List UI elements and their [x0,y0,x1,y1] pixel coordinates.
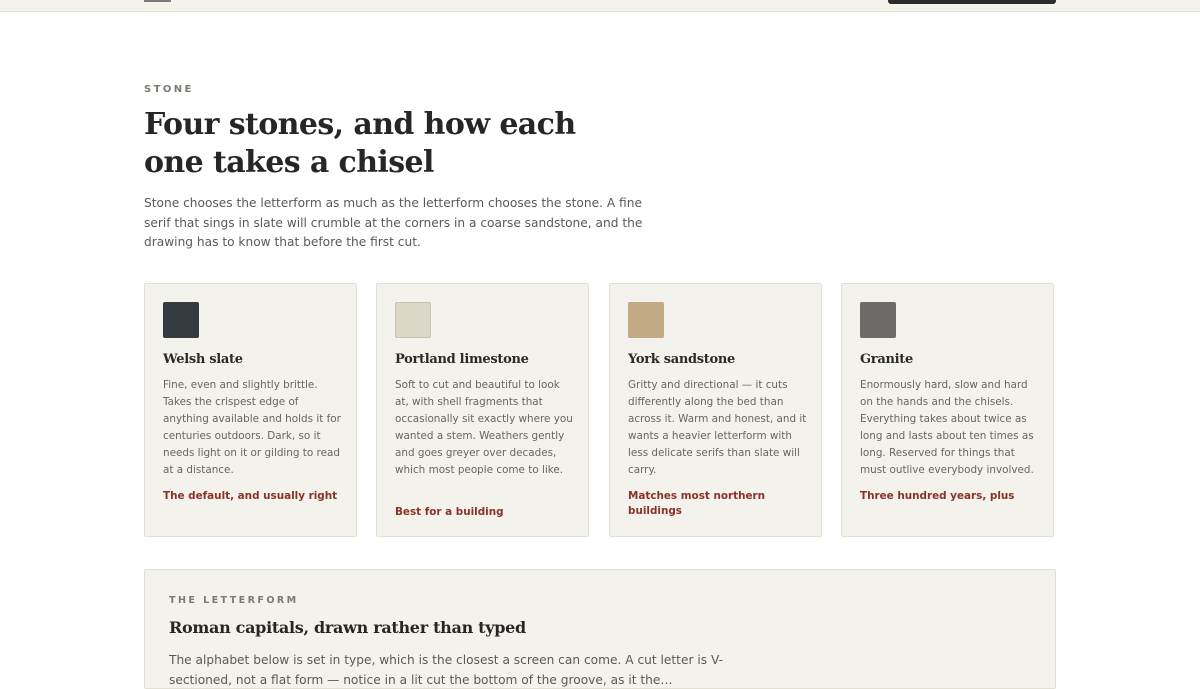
stone-card-welsh-slate: Welsh slate Fine, even and slightly brit… [144,283,357,537]
letterform-panel: THE LETTERFORM Roman capitals, drawn rat… [144,569,1056,689]
stone-card-york-sandstone: York sandstone Gritty and directional — … [609,283,822,537]
stone-note: Three hundred years, plus [860,490,1015,502]
letterform-body: The alphabet below is set in type, which… [169,653,723,687]
stone-name: York sandstone [628,352,736,367]
nav-cta-button[interactable] [888,0,1056,4]
stone-note: Best for a building [395,506,504,518]
stone-cards: Welsh slate Fine, even and slightly brit… [144,283,1056,539]
stone-card-granite: Granite Enormously hard, slow and hard o… [841,283,1054,537]
stone-description: Soft to cut and beautiful to look at, wi… [395,379,573,476]
stone-name: Welsh slate [163,352,243,367]
logo-mark[interactable] [144,0,171,2]
stone-name: Granite [860,352,913,367]
stone-swatch [163,302,199,338]
section-intro: Stone chooses the letterform as much as … [144,196,643,249]
stone-note: The default, and usually right [163,490,338,502]
letterform-eyebrow: THE LETTERFORM [169,595,299,606]
stone-card-portland-limestone: Portland limestone Soft to cut and beaut… [376,283,589,537]
stone-swatch [395,302,431,338]
stone-description: Gritty and directional — it cuts differe… [628,379,807,476]
section-title: Four stones, and how each one takes a ch… [144,107,576,180]
stone-description: Enormously hard, slow and hard on the ha… [860,379,1034,476]
stone-swatch [628,302,664,338]
stone-swatch [860,302,896,338]
section-eyebrow: STONE [144,84,194,95]
stone-name: Portland limestone [395,352,529,367]
top-nav-bar [0,0,1200,12]
stone-description: Fine, even and slightly brittle. Takes t… [163,379,341,476]
letterform-title: Roman capitals, drawn rather than typed [169,618,526,637]
stone-note: Matches most northern buildings [628,490,766,517]
